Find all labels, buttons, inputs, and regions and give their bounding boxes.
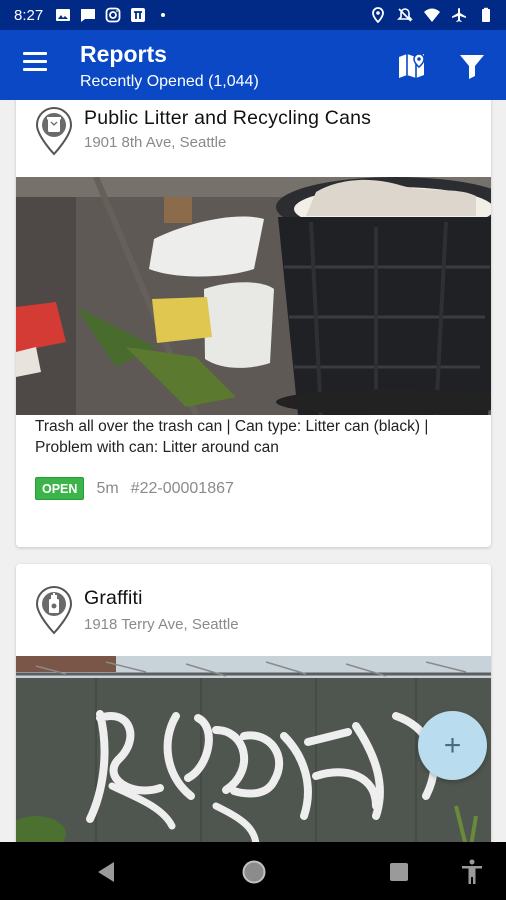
notification-icons bbox=[55, 7, 171, 23]
report-address: 1918 Terry Ave, Seattle bbox=[84, 616, 239, 633]
system-icons bbox=[370, 7, 494, 23]
airplane-icon bbox=[452, 8, 466, 22]
image-icon bbox=[56, 9, 71, 21]
page-title: Reports bbox=[80, 41, 167, 67]
accessibility-icon[interactable] bbox=[460, 859, 484, 885]
dot-icon bbox=[161, 13, 166, 17]
report-card[interactable]: Graffiti 1918 Terry Ave, Seattle bbox=[16, 564, 491, 842]
report-ticket-number: #22-00001867 bbox=[130, 479, 234, 497]
trash-can-icon bbox=[35, 106, 73, 156]
report-description: Trash all over the trash can | Can type:… bbox=[35, 418, 429, 456]
instagram-icon bbox=[105, 7, 121, 23]
report-address: 1901 8th Ave, Seattle bbox=[84, 134, 227, 151]
report-age: 5m bbox=[96, 479, 119, 497]
mute-icon bbox=[397, 8, 413, 22]
report-category: Public Litter and Recycling Cans bbox=[84, 107, 372, 129]
navigation-bar bbox=[0, 842, 506, 900]
filter-icon[interactable] bbox=[456, 50, 488, 82]
status-badge: OPEN bbox=[35, 477, 85, 500]
app-bar: Reports Recently Opened (1,044) bbox=[0, 30, 506, 100]
message-icon bbox=[81, 9, 96, 22]
map-icon[interactable] bbox=[396, 50, 428, 82]
spray-can-icon bbox=[35, 585, 73, 635]
wifi-icon bbox=[424, 8, 440, 22]
location-icon bbox=[372, 7, 384, 23]
plus-icon: + bbox=[443, 728, 462, 762]
status-time: 8:27 bbox=[14, 6, 44, 24]
battery-icon bbox=[482, 7, 490, 22]
report-category: Graffiti bbox=[84, 587, 143, 609]
menu-button[interactable] bbox=[18, 52, 52, 78]
back-icon[interactable] bbox=[96, 861, 116, 883]
report-photo[interactable] bbox=[16, 177, 491, 415]
add-report-button[interactable]: + bbox=[418, 711, 487, 780]
page-subtitle: Recently Opened (1,044) bbox=[80, 73, 259, 90]
app-icon bbox=[131, 8, 146, 22]
report-card[interactable]: Public Litter and Recycling Cans 1901 8t… bbox=[16, 100, 491, 547]
status-bar: 8:27 bbox=[0, 0, 506, 30]
report-meta: OPEN 5m #22-00001867 bbox=[35, 477, 234, 500]
recent-apps-icon[interactable] bbox=[389, 862, 409, 882]
hamburger-icon bbox=[18, 52, 52, 71]
home-icon[interactable] bbox=[242, 860, 266, 884]
